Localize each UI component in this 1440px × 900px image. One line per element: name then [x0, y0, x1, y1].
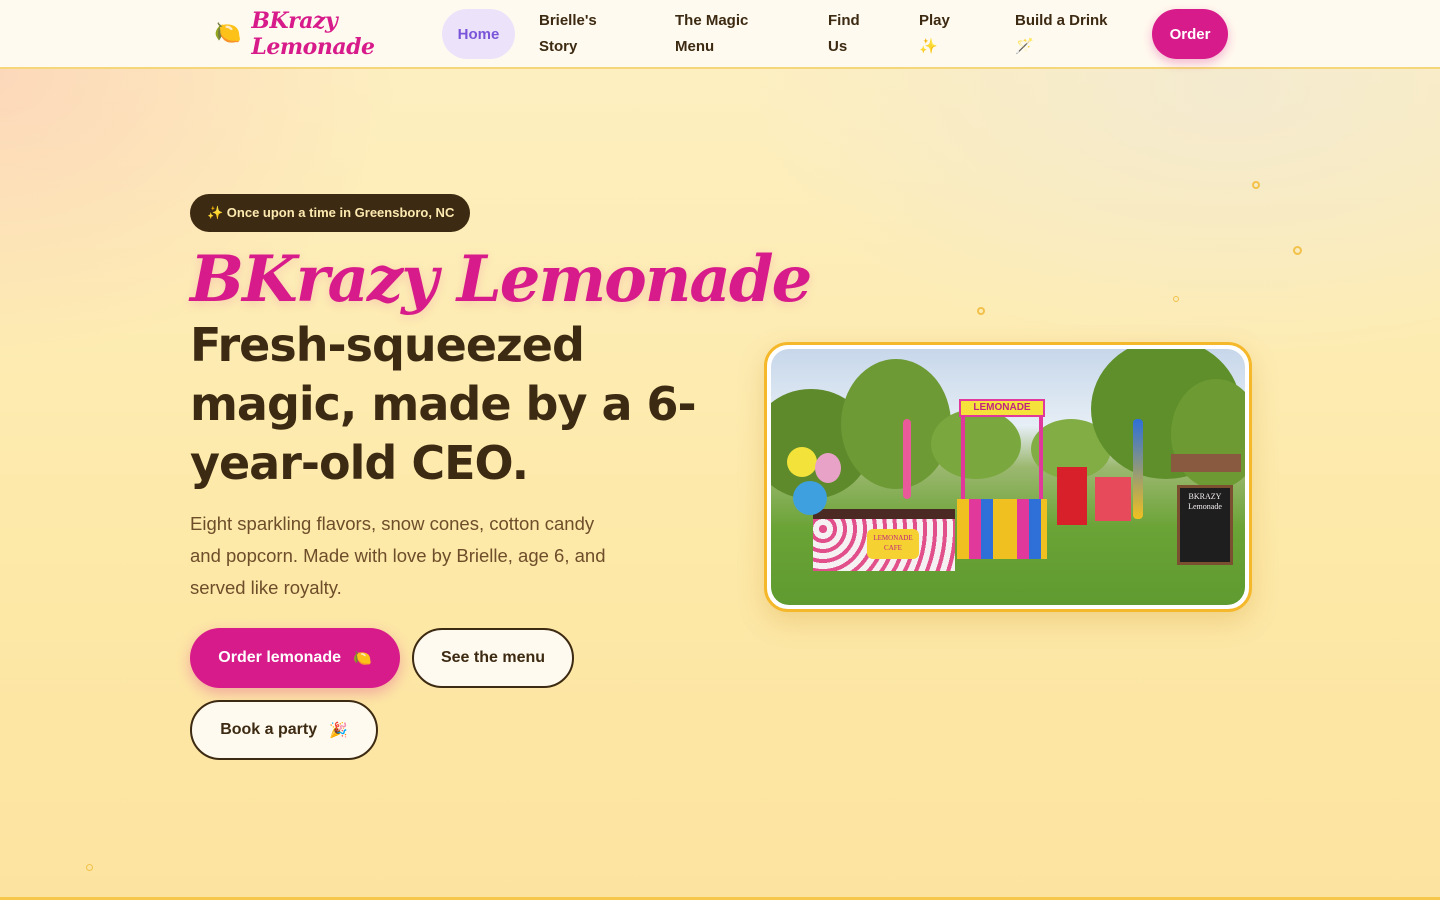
feather-flag — [903, 419, 911, 499]
party-popper-icon: 🎉 — [329, 722, 348, 739]
stand-sign: LEMONADE — [959, 399, 1045, 417]
lemon-icon: 🍋 — [353, 650, 372, 667]
book-party-label: Book a party — [220, 721, 318, 738]
nav-item-brielles-story[interactable]: Brielle's Story — [539, 8, 619, 60]
hero-headline: Fresh-squeezed magic, made by a 6-year-o… — [190, 318, 697, 490]
nav-item-build-a-drink[interactable]: Build a Drink 🪄 — [1015, 8, 1115, 60]
cotton-candy-cart — [1095, 477, 1131, 521]
location-badge: ✨ Once upon a time in Greensboro, NC — [190, 194, 471, 232]
decorative-dot — [977, 307, 985, 315]
nav-item-magic-menu[interactable]: The Magic Menu — [675, 8, 765, 60]
feather-flag — [1133, 419, 1143, 519]
stand-counter — [957, 499, 1047, 559]
logo-text: BKrazy Lemonade — [251, 8, 375, 60]
top-navbar: 🍋 BKrazy Lemonade Home Brielle's Story T… — [0, 0, 1440, 69]
book-party-button[interactable]: Book a party 🎉 — [190, 700, 378, 760]
decorative-dot — [86, 864, 93, 871]
badge-text: ✨ Once upon a time in Greensboro, NC — [207, 205, 455, 220]
decorative-dot — [1252, 181, 1260, 189]
lemon-icon: 🍋 — [214, 20, 242, 46]
tree — [841, 359, 951, 489]
house — [1171, 454, 1241, 472]
hero-photo-frame: LEMONADE LEMONADE CAFE BKRAZY Lemonade — [764, 342, 1252, 612]
hero-brand-title: BKrazy Lemonade — [190, 242, 812, 317]
stand-post — [961, 417, 965, 507]
hero-description: Eight sparkling flavors, snow cones, cot… — [190, 513, 606, 598]
smiley-balloon — [787, 447, 817, 477]
nav-item-play[interactable]: Play ✨ — [919, 8, 959, 60]
decorative-dot — [1293, 246, 1302, 255]
cart-sign: LEMONADE CAFE — [867, 529, 919, 559]
order-lemonade-label: Order lemonade — [218, 649, 341, 666]
popcorn-machine — [1057, 467, 1087, 525]
lemonade-stand-photo: LEMONADE LEMONADE CAFE BKRAZY Lemonade — [771, 349, 1245, 605]
chalkboard-sign: BKRAZY Lemonade — [1177, 485, 1233, 565]
order-button[interactable]: Order — [1152, 9, 1228, 59]
stand-post — [1039, 417, 1043, 507]
decorative-dot — [1173, 296, 1179, 302]
see-menu-button[interactable]: See the menu — [412, 628, 574, 688]
nav-item-home[interactable]: Home — [442, 9, 515, 59]
order-lemonade-button[interactable]: Order lemonade 🍋 — [190, 628, 400, 688]
balloon — [793, 481, 827, 515]
nav-item-find-us[interactable]: Find Us — [828, 8, 868, 60]
see-menu-label: See the menu — [440, 649, 546, 666]
tree — [931, 409, 1021, 479]
balloon — [815, 453, 841, 483]
logo[interactable]: 🍋 BKrazy Lemonade — [214, 0, 375, 68]
